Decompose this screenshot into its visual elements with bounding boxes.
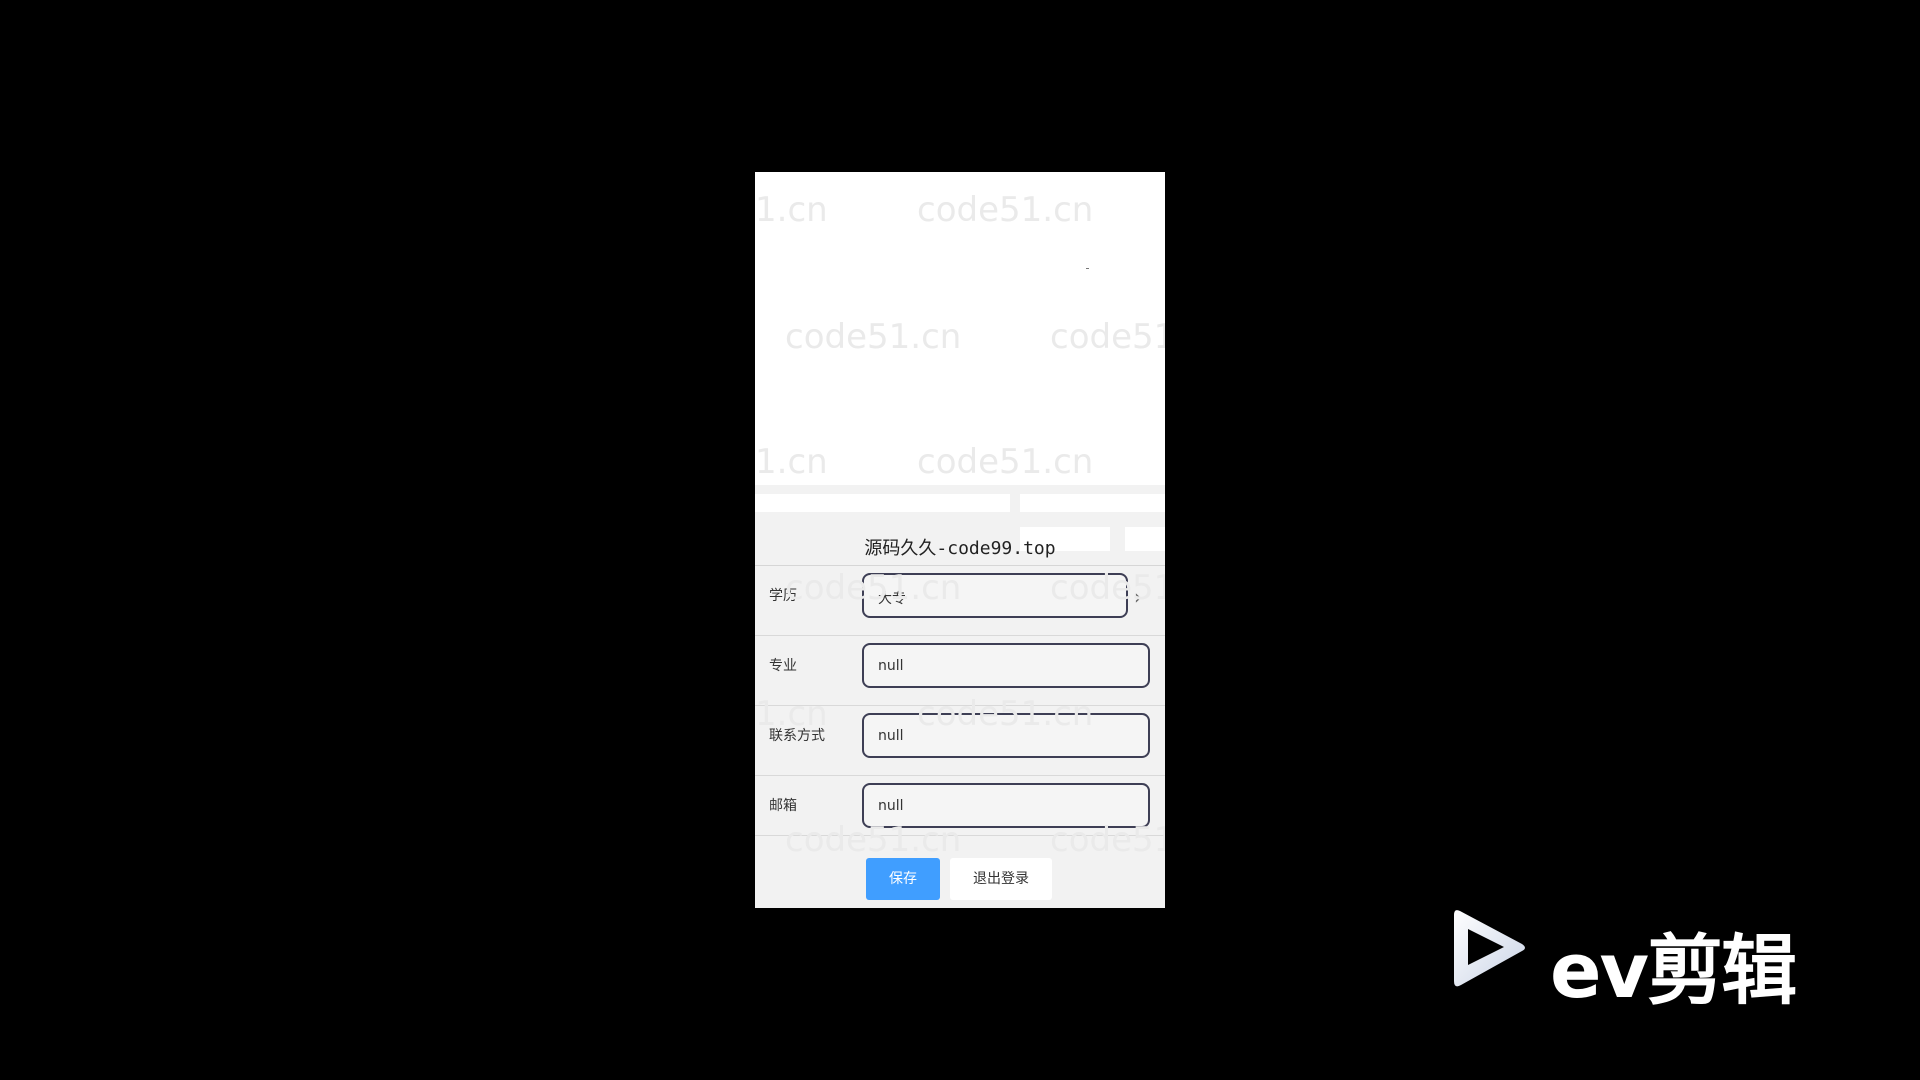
education-select[interactable]: 大专 bbox=[862, 573, 1128, 618]
logo-text: ev剪辑 bbox=[1550, 926, 1797, 1015]
divider bbox=[755, 635, 1165, 636]
logout-button[interactable]: 退出登录 bbox=[950, 858, 1052, 900]
divider bbox=[755, 565, 1165, 566]
play-icon bbox=[1454, 910, 1525, 987]
dot-mark bbox=[1086, 268, 1089, 269]
form-row-contact: 联系方式 null bbox=[755, 707, 1165, 767]
ev-editor-logo: ev剪辑 bbox=[1450, 905, 1830, 1015]
site-title: 源码久久-code99.top bbox=[864, 538, 1056, 559]
divider bbox=[755, 775, 1165, 776]
form-row-email: 邮箱 null bbox=[755, 777, 1165, 837]
save-button[interactable]: 保存 bbox=[866, 858, 940, 900]
email-input[interactable]: null bbox=[862, 783, 1150, 828]
header-image-area bbox=[755, 172, 1165, 485]
major-input[interactable]: null bbox=[862, 643, 1150, 688]
form-row-education: 学历 大专 › bbox=[755, 567, 1165, 627]
divider bbox=[755, 705, 1165, 706]
divider bbox=[755, 835, 1165, 836]
major-label: 专业 bbox=[769, 658, 797, 674]
email-label: 邮箱 bbox=[769, 798, 797, 814]
contact-input[interactable]: null bbox=[862, 713, 1150, 758]
strip bbox=[755, 494, 1010, 512]
phone-screen: 1.cn code51.cn code51.cn code51.cn 1.cn … bbox=[755, 172, 1165, 908]
education-label: 学历 bbox=[769, 588, 797, 604]
chevron-right-icon[interactable]: › bbox=[1134, 587, 1142, 607]
form-row-major: 专业 null bbox=[755, 637, 1165, 697]
strip bbox=[1020, 494, 1165, 512]
contact-label: 联系方式 bbox=[769, 728, 825, 744]
